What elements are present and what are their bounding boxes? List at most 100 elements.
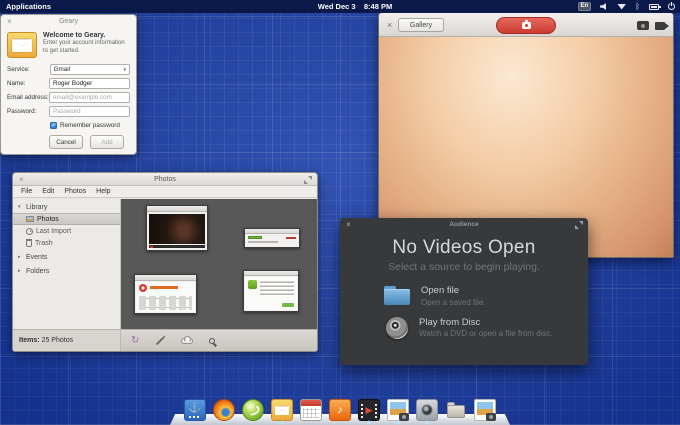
photos-toolbar: ↻ xyxy=(121,329,317,351)
close-icon[interactable]: × xyxy=(19,173,24,186)
sidebar-events-header[interactable]: ▸ Events xyxy=(13,251,120,263)
audience-titlebar: × Audience xyxy=(340,218,588,231)
open-file-option[interactable]: Open file Open a saved file. xyxy=(384,285,588,307)
thumb-rows xyxy=(139,296,192,310)
close-icon[interactable]: × xyxy=(7,15,12,28)
search-icon[interactable] xyxy=(209,338,215,344)
video-mode-icon[interactable] xyxy=(655,22,665,30)
sidebar-folders-header[interactable]: ▸ Folders xyxy=(13,265,120,277)
photo-thumbnail[interactable] xyxy=(244,228,300,248)
disc-icon xyxy=(386,317,408,339)
menu-help[interactable]: Help xyxy=(91,186,115,197)
thumb-progress-row xyxy=(245,234,299,239)
audience-window: × Audience No Videos Open Select a sourc… xyxy=(340,218,588,365)
thumb-dialog xyxy=(245,277,297,310)
photos-menubar: File Edit Photos Help xyxy=(13,186,317,198)
dock-items: ⚓ ♪ ▶ xyxy=(180,399,500,425)
photos-window: × Photos File Edit Photos Help ▾ Library… xyxy=(12,172,318,352)
clock-icon xyxy=(26,228,33,235)
thumb-headline xyxy=(150,286,178,289)
bluetooth-icon[interactable]: ᛒ xyxy=(635,0,640,13)
geary-titlebar: × Geary xyxy=(1,15,136,28)
photos-grid xyxy=(121,199,317,329)
dock-item-screenshot[interactable] xyxy=(474,399,496,421)
rotate-icon[interactable]: ↻ xyxy=(131,336,139,346)
folder-body xyxy=(447,405,465,418)
dock-item-music[interactable]: ♪ xyxy=(329,399,351,421)
calendar-header xyxy=(301,400,321,406)
email-row: Email address: xyxy=(7,92,130,103)
camera-lens xyxy=(422,405,433,416)
welcome-text-block: Welcome to Geary. Enter your account inf… xyxy=(43,32,130,58)
dock-item-files[interactable] xyxy=(445,399,467,421)
volume-icon[interactable] xyxy=(600,3,608,10)
sidebar-library-header[interactable]: ▾ Library xyxy=(13,201,120,213)
items-value: 25 Photos xyxy=(42,337,74,344)
clock[interactable]: Wed Dec 3 8:48 PM xyxy=(280,0,430,13)
sidebar-item-photos[interactable]: Photos xyxy=(13,213,120,225)
option-text: Open file Open a saved file. xyxy=(421,285,485,307)
sidebar-item-last-import[interactable]: Last Import xyxy=(13,225,120,237)
camera-lens xyxy=(402,415,406,419)
running-indicator xyxy=(424,420,430,424)
dock-item-photos[interactable] xyxy=(387,399,409,421)
maximize-icon[interactable] xyxy=(304,176,312,184)
name-field[interactable] xyxy=(49,78,130,89)
dock-item-midori[interactable] xyxy=(242,399,264,421)
folders-label: Folders xyxy=(26,268,49,275)
photo-icon xyxy=(26,216,34,222)
play-icon: ▶ xyxy=(359,400,379,420)
camera-headerbar: × Gallery xyxy=(379,13,673,37)
password-row: Password: xyxy=(7,106,130,117)
dock-item-videos[interactable]: ▶ xyxy=(358,399,380,421)
photo-thumbnail[interactable] xyxy=(243,270,299,312)
menu-edit[interactable]: Edit xyxy=(37,186,59,197)
battery-icon[interactable] xyxy=(649,4,659,10)
edit-icon[interactable] xyxy=(156,336,164,344)
menu-photos[interactable]: Photos xyxy=(59,186,91,197)
email-field[interactable] xyxy=(49,92,130,103)
password-field[interactable] xyxy=(49,106,130,117)
email-label: Email address: xyxy=(7,94,49,101)
photos-titlebar: × Photos xyxy=(13,173,317,186)
dock-item-firefox[interactable] xyxy=(213,399,235,421)
dock-item-mail[interactable] xyxy=(271,399,293,421)
top-panel: Applications Wed Dec 3 8:48 PM En ᛒ xyxy=(0,0,680,13)
thumb-text-lines xyxy=(260,281,294,295)
photo-thumbnail[interactable] xyxy=(146,205,208,251)
keyboard-layout-indicator[interactable]: En xyxy=(578,2,592,11)
add-button[interactable]: Add xyxy=(90,135,124,149)
system-tray: En ᛒ xyxy=(578,0,675,13)
sidebar-item-trash[interactable]: Trash xyxy=(13,237,120,249)
triangle-right-icon: ▸ xyxy=(18,254,23,260)
play-from-disc-option[interactable]: Play from Disc Watch a DVD or open a fil… xyxy=(384,317,588,339)
no-videos-heading: No Videos Open xyxy=(340,237,588,259)
items-label: Items: xyxy=(19,337,40,344)
power-icon[interactable] xyxy=(668,3,675,10)
wifi-icon[interactable] xyxy=(617,4,626,10)
remember-checkbox[interactable]: ✓ xyxy=(50,122,57,129)
chevron-down-icon: ▾ xyxy=(123,67,126,73)
dock-item-camera[interactable] xyxy=(416,399,438,421)
close-icon[interactable]: × xyxy=(387,13,392,37)
menu-file[interactable]: File xyxy=(16,186,37,197)
applications-menu[interactable]: Applications xyxy=(6,0,51,13)
desktop-wallpaper: Applications Wed Dec 3 8:48 PM En ᛒ × Ga… xyxy=(0,0,680,425)
photos-sidebar: ▾ Library Photos Last Import Trash ▸ xyxy=(13,199,121,329)
service-select[interactable]: Gmail ▾ xyxy=(50,64,130,75)
shutter-button[interactable] xyxy=(496,17,556,34)
maximize-icon[interactable] xyxy=(575,221,583,229)
name-row: Name: xyxy=(7,78,130,89)
photo-thumbnail[interactable] xyxy=(134,274,197,314)
triangle-down-icon: ▾ xyxy=(18,204,23,210)
close-icon[interactable]: × xyxy=(346,218,351,231)
sidebar-item-label: Photos xyxy=(37,216,59,223)
dock-item-calendar[interactable] xyxy=(300,399,322,421)
photo-mode-icon[interactable] xyxy=(637,21,649,30)
name-label: Name: xyxy=(7,80,49,87)
publish-icon[interactable] xyxy=(181,338,193,344)
dock-item-plank[interactable]: ⚓ xyxy=(184,399,206,421)
photos-body: ▾ Library Photos Last Import Trash ▸ xyxy=(13,199,317,329)
gallery-button[interactable]: Gallery xyxy=(398,18,444,32)
cancel-button[interactable]: Cancel xyxy=(49,135,83,149)
